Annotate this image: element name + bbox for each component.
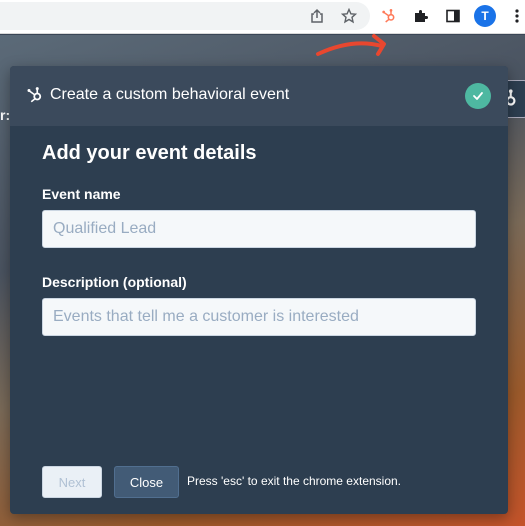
section-title: Add your event details — [42, 142, 257, 164]
description-input[interactable] — [42, 298, 476, 336]
sidepanel-icon[interactable] — [442, 5, 464, 27]
description-label: Description (optional) — [42, 274, 187, 290]
next-button[interactable]: Next — [42, 466, 102, 498]
event-name-label: Event name — [42, 186, 121, 202]
background-page-text: r: — [0, 107, 11, 123]
modal-header: Create a custom behavioral event — [10, 66, 508, 126]
hubspot-logo-icon — [27, 87, 42, 103]
event-name-input[interactable] — [42, 210, 476, 248]
create-event-modal: Create a custom behavioral event Add you… — [10, 66, 508, 514]
esc-hint-text: Press 'esc' to exit the chrome extension… — [187, 474, 402, 488]
puzzle-icon[interactable] — [410, 5, 432, 27]
checkmark-icon — [473, 92, 483, 100]
browser-toolbar: T — [0, 0, 525, 34]
close-button[interactable]: Close — [114, 466, 179, 498]
annotation-arrow — [316, 34, 386, 56]
profile-avatar[interactable]: T — [474, 5, 496, 27]
confirm-button[interactable] — [465, 83, 491, 109]
kebab-menu-icon[interactable] — [506, 5, 525, 27]
modal-title: Create a custom behavioral event — [50, 86, 290, 103]
